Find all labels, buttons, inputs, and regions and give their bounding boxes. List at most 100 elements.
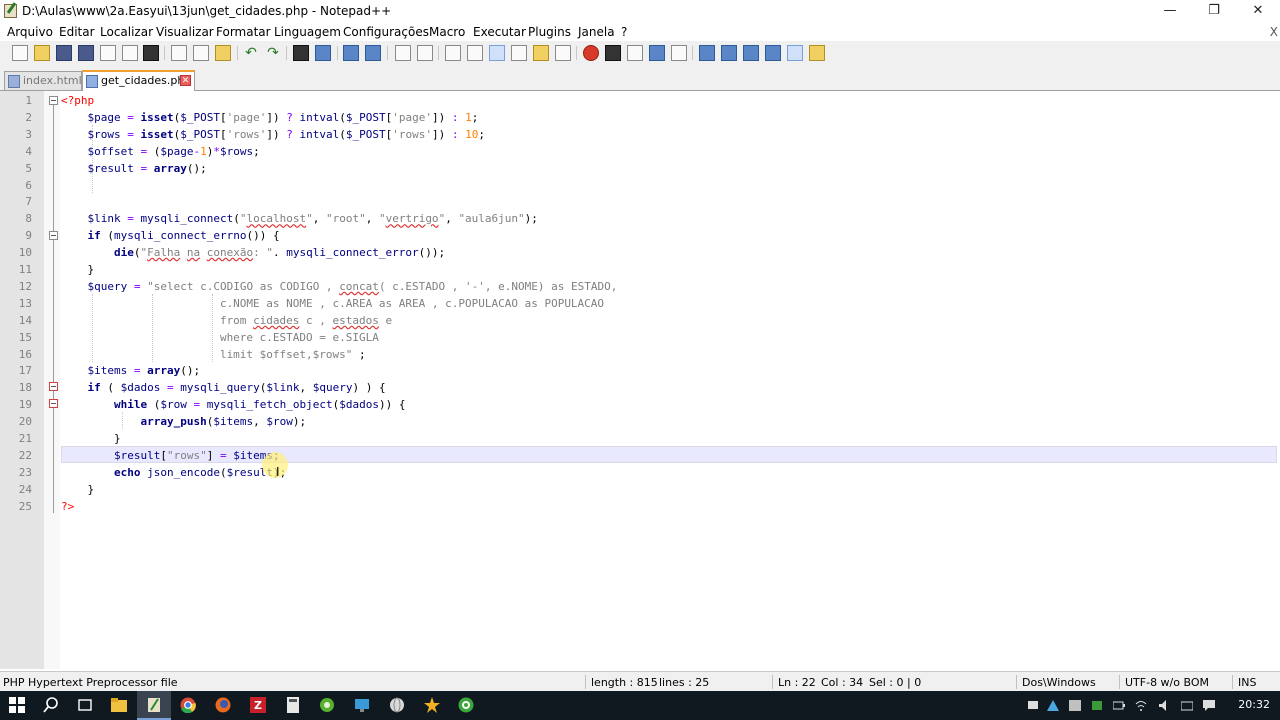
tray-green-icon[interactable]	[1091, 700, 1103, 711]
move-down-icon[interactable]	[743, 45, 759, 61]
redo-icon[interactable]: ↷	[265, 45, 281, 61]
tray-message-icon[interactable]	[1203, 700, 1215, 711]
menu-plugins[interactable]: Plugins	[528, 25, 571, 39]
tray-battery-icon[interactable]	[1112, 700, 1125, 711]
zoom-in-icon[interactable]	[343, 45, 359, 61]
replace-icon[interactable]	[315, 45, 331, 61]
save-icon[interactable]	[56, 45, 72, 61]
tab-index-html[interactable]: index.html	[4, 71, 82, 90]
close-button[interactable]: ✕	[1236, 0, 1280, 22]
menu-localizar[interactable]: Localizar	[100, 25, 153, 39]
code-line[interactable]: 23 echo json_encode($result);	[0, 464, 1280, 481]
code-line[interactable]: 7	[0, 193, 1280, 210]
menu-arquivo[interactable]: Arquivo	[7, 25, 53, 39]
menu-help[interactable]: ?	[621, 25, 627, 39]
menu-executar[interactable]: Executar	[473, 25, 526, 39]
print-icon[interactable]	[143, 45, 159, 61]
play-macro-icon[interactable]	[627, 45, 643, 61]
code-line[interactable]: 21 }	[0, 430, 1280, 447]
menu-formatar[interactable]: Formatar	[216, 25, 271, 39]
tray-network-icon[interactable]	[1027, 700, 1039, 711]
record-macro-icon[interactable]	[583, 45, 599, 61]
tray-volume-icon[interactable]	[1159, 700, 1171, 711]
doc-map-icon[interactable]	[533, 45, 549, 61]
sync-vertical-icon[interactable]	[395, 45, 411, 61]
calculator-icon[interactable]	[285, 697, 301, 713]
save-all-icon[interactable]	[78, 45, 94, 61]
code-line[interactable]: 11 }	[0, 261, 1280, 278]
file-explorer-icon[interactable]	[111, 697, 127, 713]
notepadpp-taskbar-icon[interactable]	[146, 697, 162, 713]
close-file-icon[interactable]	[100, 45, 116, 61]
app-monitor-icon[interactable]	[354, 697, 370, 713]
chrome-icon[interactable]	[180, 697, 196, 714]
copy-icon[interactable]	[193, 45, 209, 61]
cut-icon[interactable]	[171, 45, 187, 61]
code-line[interactable]: 18 if ( $dados = mysqli_query($link, $qu…	[0, 379, 1280, 396]
code-line[interactable]: 8 $link = mysqli_connect("localhost", "r…	[0, 210, 1280, 227]
code-line[interactable]: 14 from cidades c , estados e	[0, 312, 1280, 329]
code-line[interactable]: 19 while ($row = mysqli_fetch_object($da…	[0, 396, 1280, 413]
zoom-out-icon[interactable]	[365, 45, 381, 61]
code-line[interactable]: 17 $items = array();	[0, 362, 1280, 379]
code-line[interactable]: 16 limit $offset,$rows" ;	[0, 346, 1280, 363]
code-line[interactable]: 24 }	[0, 481, 1280, 498]
expand-icon[interactable]	[765, 45, 781, 61]
search-icon[interactable]	[43, 697, 59, 713]
function-list-icon[interactable]	[555, 45, 571, 61]
find-icon[interactable]	[293, 45, 309, 61]
app-star-icon[interactable]	[424, 697, 440, 713]
menu-visualizar[interactable]: Visualizar	[156, 25, 214, 39]
menu-macro[interactable]: Macro	[429, 25, 465, 39]
code-line[interactable]: 12 $query = "select c.CODIGO as CODIGO ,…	[0, 278, 1280, 295]
code-line[interactable]: 9 if (mysqli_connect_errno()) {	[0, 227, 1280, 244]
new-file-icon[interactable]	[12, 45, 28, 61]
tab-get-cidades-php[interactable]: get_cidades.php ✕	[82, 70, 195, 91]
run-macro-multiple-icon[interactable]	[649, 45, 665, 61]
app-green-icon[interactable]	[319, 697, 335, 713]
code-line[interactable]: 3 $rows = isset($_POST['rows']) ? intval…	[0, 126, 1280, 143]
code-line[interactable]: 22 $result["rows"] = $items;	[0, 447, 1280, 464]
code-line[interactable]: 6	[0, 177, 1280, 194]
code-line[interactable]: 1 <?php	[0, 92, 1280, 109]
code-line[interactable]: 4 $offset = ($page-1)*$rows;	[0, 143, 1280, 160]
sync-horizontal-icon[interactable]	[417, 45, 433, 61]
plugin-icon[interactable]	[809, 45, 825, 61]
code-editor[interactable]: 1 <?php 2 $page = isset($_POST['page']) ? …	[0, 91, 1280, 669]
menu-editar[interactable]: Editar	[59, 25, 95, 39]
save-macro-icon[interactable]	[671, 45, 687, 61]
code-line[interactable]: 10 die("Falha na conexão: ". mysqli_conn…	[0, 244, 1280, 261]
code-line[interactable]: 25 ?>	[0, 498, 1280, 515]
collapse-icon[interactable]	[699, 45, 715, 61]
code-line[interactable]: 15 where c.ESTADO = e.SIGLA	[0, 329, 1280, 346]
menu-configuracoes[interactable]: Configurações	[343, 25, 429, 39]
code-line[interactable]: 5 $result = array();	[0, 160, 1280, 177]
move-up-icon[interactable]	[721, 45, 737, 61]
filezilla-icon[interactable]: Z	[250, 697, 266, 713]
code-line[interactable]: 2 $page = isset($_POST['page']) ? intval…	[0, 109, 1280, 126]
code-line[interactable]: 20 array_push($items, $row);	[0, 413, 1280, 430]
word-wrap-icon[interactable]	[445, 45, 461, 61]
tray-drive-icon[interactable]	[1047, 700, 1059, 711]
close-doc-x[interactable]: X	[1270, 25, 1278, 39]
maximize-button[interactable]: ❐	[1192, 0, 1236, 22]
show-all-chars-icon[interactable]	[467, 45, 483, 61]
undo-icon[interactable]: ↶	[243, 45, 259, 61]
tray-keyboard-icon[interactable]	[1180, 700, 1194, 711]
minimize-button[interactable]: —	[1148, 0, 1192, 22]
code-line[interactable]: 13 c.NOME as NOME , c.AREA as AREA , c.P…	[0, 295, 1280, 312]
open-file-icon[interactable]	[34, 45, 50, 61]
menu-janela[interactable]: Janela	[578, 25, 615, 39]
close-all-icon[interactable]	[122, 45, 138, 61]
spell-check-icon[interactable]	[787, 45, 803, 61]
firefox-icon[interactable]	[215, 697, 231, 713]
indent-guide-icon[interactable]	[489, 45, 505, 61]
app-globe-icon[interactable]	[389, 697, 405, 713]
app-camtasia-icon[interactable]	[458, 697, 474, 713]
windows-start-icon[interactable]	[9, 697, 25, 713]
tray-app-icon[interactable]	[1069, 700, 1081, 711]
user-language-icon[interactable]	[511, 45, 527, 61]
stop-macro-icon[interactable]	[605, 45, 621, 61]
task-view-icon[interactable]	[77, 697, 93, 713]
paste-icon[interactable]	[215, 45, 231, 61]
